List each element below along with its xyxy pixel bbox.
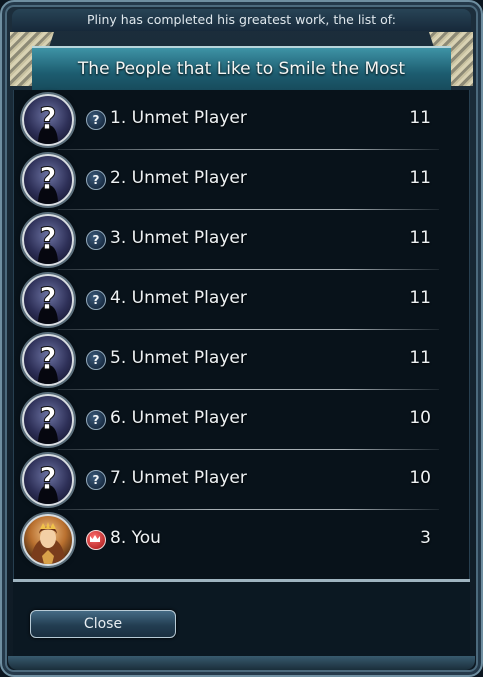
unknown-leader-icon: ? xyxy=(22,274,74,326)
crown-icon xyxy=(86,530,106,550)
unknown-civ-icon: ? xyxy=(86,350,106,370)
list-item: ? ? 7. Unmet Player 10 xyxy=(14,450,469,510)
svg-text:?: ? xyxy=(39,282,56,317)
list-item: ? ? 6. Unmet Player 10 xyxy=(14,390,469,450)
player-name: 3. Unmet Player xyxy=(110,228,247,248)
unknown-leader-icon: ? xyxy=(22,94,74,146)
player-score: 3 xyxy=(420,528,431,548)
leader-portrait-icon xyxy=(22,514,74,566)
player-name: 7. Unmet Player xyxy=(110,468,247,488)
player-name: 4. Unmet Player xyxy=(110,288,247,308)
unknown-leader-icon: ? xyxy=(22,154,74,206)
player-name: 5. Unmet Player xyxy=(110,348,247,368)
close-button[interactable]: Close xyxy=(30,610,176,638)
unknown-civ-icon: ? xyxy=(86,110,106,130)
svg-text:?: ? xyxy=(39,162,56,197)
svg-text:?: ? xyxy=(39,222,56,257)
list-item-you: 8. You 3 xyxy=(14,510,469,570)
wonder-popup: Pliny has completed his greatest work, t… xyxy=(0,0,483,677)
ranking-list: ? ? 1. Unmet Player 11 ? ? 2. Unmet Play… xyxy=(13,90,470,582)
unknown-leader-icon: ? xyxy=(22,334,74,386)
player-name: 6. Unmet Player xyxy=(110,408,247,428)
player-score: 10 xyxy=(409,408,431,428)
frame-bottom xyxy=(8,656,475,670)
unknown-leader-icon: ? xyxy=(22,394,74,446)
player-score: 11 xyxy=(409,288,431,308)
player-name: 2. Unmet Player xyxy=(110,168,247,188)
unknown-civ-icon: ? xyxy=(86,170,106,190)
popup-title: The People that Like to Smile the Most xyxy=(32,46,451,92)
unknown-civ-icon: ? xyxy=(86,230,106,250)
list-item: ? ? 5. Unmet Player 11 xyxy=(14,330,469,390)
svg-text:?: ? xyxy=(39,402,56,437)
player-name: 8. You xyxy=(110,528,161,548)
unknown-civ-icon: ? xyxy=(86,410,106,430)
unknown-civ-icon: ? xyxy=(86,290,106,310)
player-score: 11 xyxy=(409,168,431,188)
player-score: 11 xyxy=(409,108,431,128)
list-item: ? ? 3. Unmet Player 11 xyxy=(14,210,469,270)
popup-subtitle: Pliny has completed his greatest work, t… xyxy=(12,9,471,31)
svg-text:?: ? xyxy=(39,462,56,497)
player-score: 10 xyxy=(409,468,431,488)
list-item: ? ? 2. Unmet Player 11 xyxy=(14,150,469,210)
player-score: 11 xyxy=(409,228,431,248)
list-item: ? ? 1. Unmet Player 11 xyxy=(14,90,469,150)
player-score: 11 xyxy=(409,348,431,368)
player-name: 1. Unmet Player xyxy=(110,108,247,128)
unknown-civ-icon: ? xyxy=(86,470,106,490)
svg-text:?: ? xyxy=(39,342,56,377)
svg-text:?: ? xyxy=(39,102,56,137)
list-item: ? ? 4. Unmet Player 11 xyxy=(14,270,469,330)
unknown-leader-icon: ? xyxy=(22,454,74,506)
unknown-leader-icon: ? xyxy=(22,214,74,266)
